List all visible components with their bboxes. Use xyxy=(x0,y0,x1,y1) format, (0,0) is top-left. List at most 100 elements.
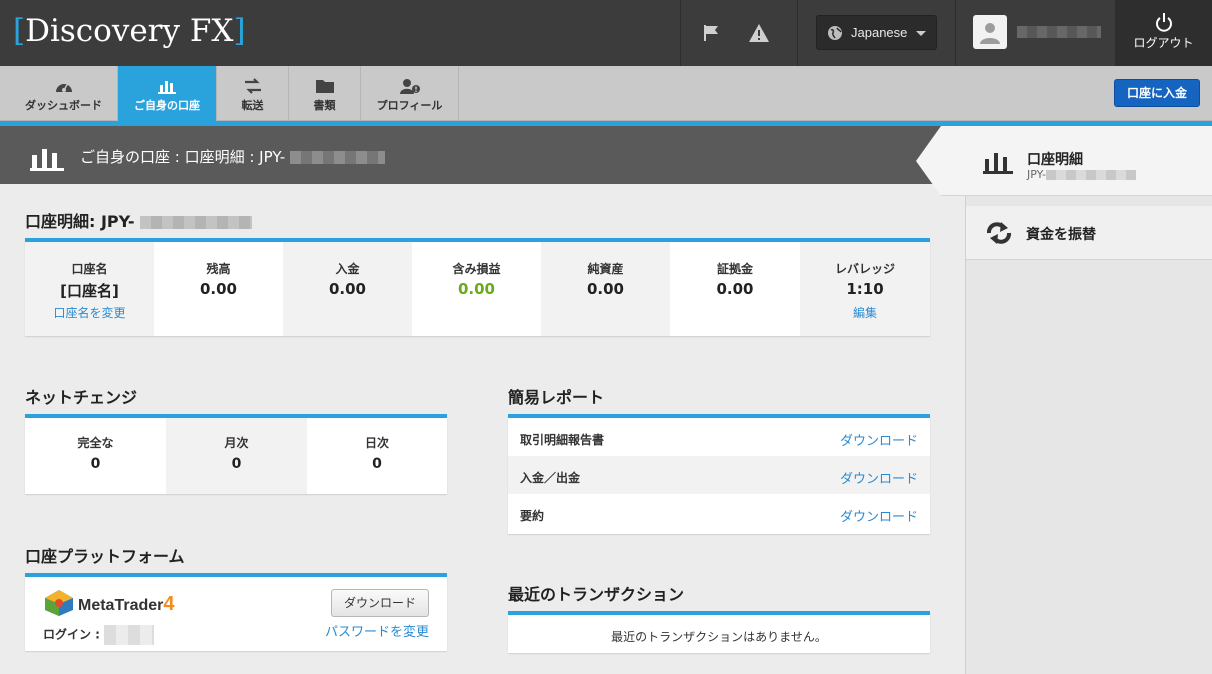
sidebar-item-sub: JPY- xyxy=(1027,168,1137,181)
edit-leverage-link[interactable]: 編集 xyxy=(800,304,930,321)
language-select[interactable]: Japanese xyxy=(816,15,937,50)
account-details-title: 口座明細: JPY- xyxy=(25,208,253,232)
metatrader-logo-icon xyxy=(45,590,73,616)
account-summary: 口座名 [口座名] 口座名を変更 残高 0.00 入金 0.00 含み損益 0.… xyxy=(25,238,930,336)
flag-icon[interactable] xyxy=(698,20,724,46)
download-link[interactable]: ダウンロード xyxy=(840,430,918,449)
platform-download-button[interactable]: ダウンロード xyxy=(331,589,429,617)
avatar[interactable] xyxy=(973,15,1007,49)
warning-icon[interactable] xyxy=(746,20,772,46)
logo[interactable]: [Discovery FX] xyxy=(13,13,246,49)
tab-label: ご自身の口座 xyxy=(134,99,200,112)
dashboard-icon xyxy=(55,83,72,92)
sidebar-item-label: 口座明細 xyxy=(1027,152,1083,168)
transfer-icon xyxy=(244,78,261,94)
recent-transactions-title: 最近のトランザクション xyxy=(508,585,685,604)
report-label: 取引明細報告書 xyxy=(520,433,605,447)
globe-icon xyxy=(828,25,842,40)
bar-chart-icon xyxy=(158,81,176,94)
cell-head: 入金 xyxy=(335,262,360,276)
cell-value: 0.00 xyxy=(457,280,495,298)
cell-head: レバレッジ xyxy=(834,262,895,276)
power-icon xyxy=(1156,13,1172,32)
tab-label: 書類 xyxy=(313,99,336,112)
cell-value: 0.00 xyxy=(716,280,754,298)
top-bar: [Discovery FX] Japanese ログアウト xyxy=(0,0,1212,66)
report-row: 要約 ダウンロード xyxy=(508,494,930,532)
download-link[interactable]: ダウンロード xyxy=(840,506,918,525)
deposit-button[interactable]: 口座に入金 xyxy=(1114,79,1200,107)
balance-cell: 残高 0.00 xyxy=(154,242,283,336)
sidebar-item-transfer-funds[interactable]: 資金を振替 xyxy=(966,206,1212,260)
profile-icon xyxy=(399,79,420,94)
tab-profile[interactable]: プロフィール xyxy=(361,66,459,121)
platform-title: 口座プラットフォーム xyxy=(25,547,185,566)
net-change-title: ネットチェンジ xyxy=(25,388,138,407)
redacted-id xyxy=(140,216,253,229)
cell-value: 0.00 xyxy=(199,280,237,298)
folder-icon xyxy=(315,80,334,93)
divider xyxy=(680,0,681,66)
cell-value: 0 xyxy=(90,456,101,472)
sidebar: 口座明細 JPY- 資金を振替 xyxy=(941,126,1212,674)
chevron-down-icon xyxy=(916,31,926,36)
cell-value: 0 xyxy=(372,456,382,472)
change-password-link[interactable]: パスワードを変更 xyxy=(325,621,429,640)
logout-label: ログアウト xyxy=(1133,36,1194,50)
tab-label: プロフィール xyxy=(376,99,443,112)
recent-transactions-box: 最近のトランザクションはありません。 xyxy=(508,611,930,653)
username-redacted xyxy=(1017,26,1101,38)
unrealized-pl-cell: 含み損益 0.00 xyxy=(412,242,541,336)
download-link[interactable]: ダウンロード xyxy=(840,468,918,487)
sidebar-item-account-details[interactable]: 口座明細 JPY- xyxy=(941,126,1212,196)
bar-chart-icon xyxy=(30,149,64,171)
bar-chart-icon xyxy=(983,153,1013,174)
report-row: 取引明細報告書 ダウンロード xyxy=(508,418,930,456)
cell-head: 証拠金 xyxy=(716,262,753,276)
refresh-transfer-icon xyxy=(987,222,1011,244)
tab-my-account[interactable]: ご自身の口座 xyxy=(118,66,217,128)
page-header: ご自身の口座 : 口座明細 : JPY- xyxy=(0,126,965,184)
tab-label: ダッシュボード xyxy=(25,99,102,112)
deposit-cell: 入金 0.00 xyxy=(283,242,412,336)
cell-value: 0.00 xyxy=(328,280,366,298)
report-row: 入金／出金 ダウンロード xyxy=(508,456,930,494)
main-content: 口座明細: JPY- 口座名 [口座名] 口座名を変更 残高 0.00 入金 0… xyxy=(0,184,965,674)
report-label: 入金／出金 xyxy=(520,471,581,485)
quick-report-title: 簡易レポート xyxy=(508,388,605,407)
report-label: 要約 xyxy=(520,509,545,523)
logout-button[interactable]: ログアウト xyxy=(1115,0,1212,66)
divider xyxy=(797,0,798,66)
breadcrumb: ご自身の口座 : 口座明細 : JPY- xyxy=(80,148,286,166)
account-name-cell: 口座名 [口座名] 口座名を変更 xyxy=(25,242,154,336)
tab-documents[interactable]: 書類 xyxy=(289,66,361,121)
cell-value: 0 xyxy=(231,456,242,472)
quick-report-box: 取引明細報告書 ダウンロード 入金／出金 ダウンロード 要約 ダウンロード xyxy=(508,414,930,534)
platform-name: MetaTrader4 xyxy=(78,593,175,615)
cell-head: 完全な xyxy=(77,436,114,450)
cell-head: 残高 xyxy=(206,262,231,276)
platform-box: MetaTrader4 ダウンロード ログイン : パスワードを変更 xyxy=(25,573,447,651)
tab-transfer[interactable]: 転送 xyxy=(217,66,289,121)
cell-head: 月次 xyxy=(224,436,249,450)
equity-cell: 純資産 0.00 xyxy=(541,242,670,336)
cell-head: 口座名 xyxy=(71,262,108,276)
redacted-id xyxy=(1046,170,1137,180)
net-change-box: 完全な 0 月次 0 日次 0 xyxy=(25,414,447,494)
cell-value: 0.00 xyxy=(586,280,624,298)
tab-label: 転送 xyxy=(241,99,264,112)
leverage-cell: レバレッジ 1:10 編集 xyxy=(800,242,930,336)
tab-dashboard[interactable]: ダッシュボード xyxy=(10,66,118,121)
rename-account-link[interactable]: 口座名を変更 xyxy=(25,304,154,321)
net-change-monthly: 月次 0 xyxy=(166,418,307,494)
net-change-daily: 日次 0 xyxy=(307,418,447,494)
empty-message: 最近のトランザクションはありません。 xyxy=(611,630,827,644)
language-label: Japanese xyxy=(851,25,908,40)
page-title: ご自身の口座 : 口座明細 : JPY- xyxy=(80,146,385,167)
cell-value: 1:10 xyxy=(846,280,884,298)
cell-value: [口座名] xyxy=(60,282,119,300)
cell-head: 純資産 xyxy=(587,262,624,276)
login-label: ログイン : xyxy=(43,625,155,645)
cell-head: 含み損益 xyxy=(452,262,501,276)
redacted-login xyxy=(104,625,155,645)
